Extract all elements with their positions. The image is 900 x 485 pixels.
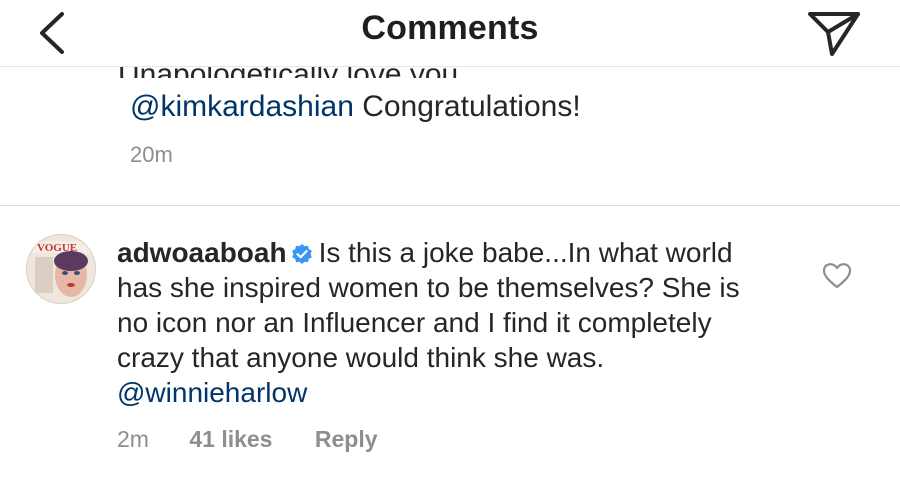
comment-time: 2m [117,426,149,452]
previous-comment-body: Congratulations! [353,90,581,123]
comments-header: Comments [0,0,900,67]
mention-link[interactable]: @winnieharlow [117,377,307,408]
mention-link[interactable]: @kimkardashian [130,90,354,123]
comment-body: adwoaaboah Is this a joke babe...In what… [117,235,777,410]
reply-button[interactable]: Reply [315,426,378,453]
previous-comment-time: 20m [130,142,173,167]
verified-badge-icon [291,244,312,264]
comment-meta: 2m 41 likes Reply [117,426,378,453]
previous-comment-text: @kimkardashian Congratulations! [130,88,581,126]
avatar[interactable]: VOGUE [26,234,96,304]
page-title: Comments [361,9,539,47]
heart-icon[interactable] [822,262,852,290]
likes-count[interactable]: 41 likes [189,426,272,453]
magazine-cover-thumbnail: VOGUE [27,235,95,303]
username[interactable]: adwoaaboah [117,237,287,268]
divider [0,205,900,206]
paper-plane-icon[interactable] [805,8,863,58]
